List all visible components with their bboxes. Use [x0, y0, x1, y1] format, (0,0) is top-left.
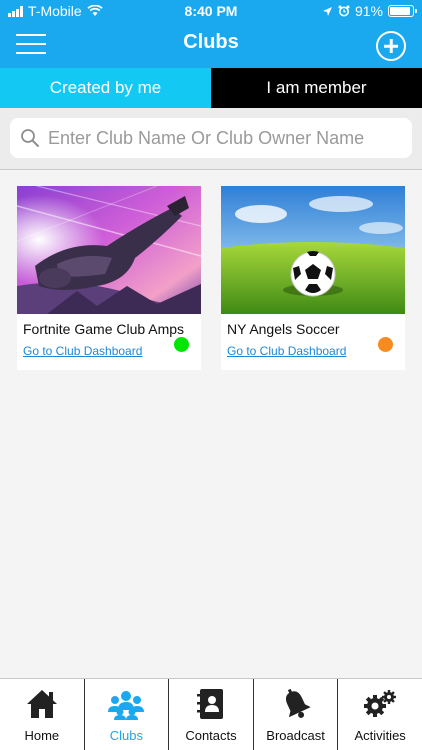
club-card[interactable]: Fortnite Game Club Amps Go to Club Dashb… [17, 186, 201, 370]
club-dashboard-link[interactable]: Go to Club Dashboard [23, 344, 142, 358]
search-input[interactable] [48, 127, 408, 149]
club-dashboard-link[interactable]: Go to Club Dashboard [227, 344, 346, 358]
nav-clubs[interactable]: Clubs [85, 679, 170, 750]
nav-activities[interactable]: Activities [338, 679, 422, 750]
page-title: Clubs [183, 31, 239, 53]
gears-icon [364, 690, 397, 717]
location-arrow-icon [322, 6, 332, 16]
app-header: T-Mobile 8:40 PM 91% Clubs [0, 0, 422, 68]
nav-home[interactable]: Home [0, 679, 85, 750]
battery-icon [388, 5, 417, 17]
club-image-fortnite [17, 186, 201, 314]
tab-i-am-member[interactable]: I am member [211, 68, 422, 108]
nav-broadcast[interactable]: Broadcast [254, 679, 339, 750]
search-icon [21, 129, 39, 147]
club-name: Fortnite Game Club Amps [23, 321, 185, 337]
alarm-icon [338, 5, 350, 17]
status-bar: T-Mobile 8:40 PM 91% [0, 0, 422, 22]
nav-label: Contacts [185, 728, 237, 743]
nav-label: Clubs [109, 728, 144, 743]
club-tabs: Created by me I am member [0, 68, 422, 108]
club-name: NY Angels Soccer [227, 321, 340, 337]
nav-label: Activities [354, 728, 406, 743]
battery-percent: 91% [354, 3, 383, 19]
bell-icon [285, 688, 311, 718]
club-card[interactable]: NY Angels Soccer Go to Club Dashboard [221, 186, 405, 370]
tab-created-by-me[interactable]: Created by me [0, 68, 211, 108]
club-status-dot [174, 337, 189, 352]
nav-label: Home [24, 728, 60, 743]
home-icon [26, 690, 57, 718]
battery-info: 91% [322, 3, 417, 19]
search-box [10, 118, 412, 158]
plus-circle-icon[interactable] [376, 31, 406, 61]
bottom-nav: Home Clubs Contacts Broadcast Activities [0, 678, 422, 750]
battery-fill [390, 7, 411, 15]
club-image-soccer [221, 186, 405, 314]
contacts-book-icon [196, 689, 223, 719]
club-status-dot [378, 337, 393, 352]
nav-contacts[interactable]: Contacts [169, 679, 254, 750]
nav-label: Broadcast [266, 728, 325, 743]
group-icon [108, 691, 145, 720]
search-bar [0, 108, 422, 170]
